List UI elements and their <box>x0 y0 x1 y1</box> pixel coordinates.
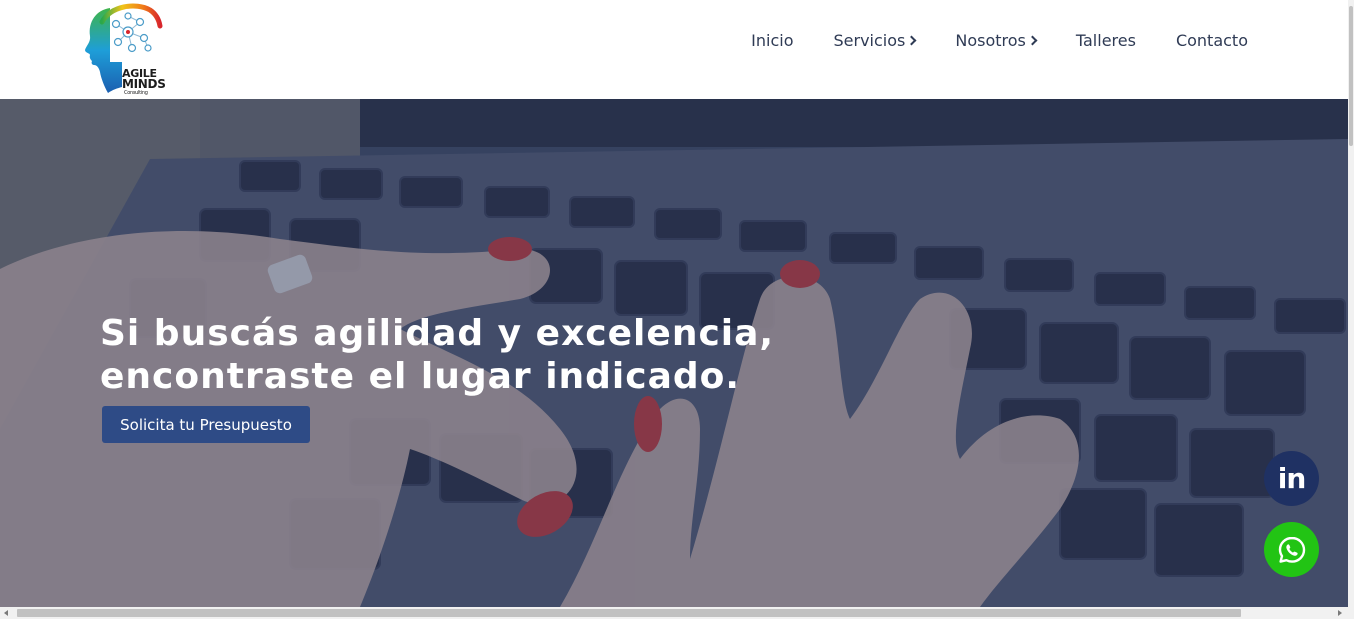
nav-item-contacto[interactable]: Contacto <box>1176 31 1248 50</box>
nav-item-label: Talleres <box>1075 30 1136 50</box>
linkedin-float-button[interactable]: in <box>1264 451 1319 506</box>
vertical-scrollbar-thumb[interactable] <box>1349 6 1353 146</box>
nav-item-label: Nosotros <box>955 30 1026 50</box>
vertical-scrollbar[interactable] <box>1348 0 1354 607</box>
page: AGILE MINDS Consulting Inicio Servicios … <box>0 0 1354 619</box>
hero-section: Si buscás agilidad y excelencia, encontr… <box>0 99 1348 607</box>
hero-title-line2: encontraste el lugar indicado. <box>100 356 741 397</box>
brand-name-line2: MINDS <box>122 77 166 91</box>
whatsapp-icon <box>1278 536 1305 563</box>
hero-title: Si buscás agilidad y excelencia, encontr… <box>100 312 800 398</box>
nav-item-label: Contacto <box>1175 30 1248 50</box>
linkedin-icon: in <box>1277 462 1307 495</box>
main-nav: Inicio Servicios Nosotros Talleres Conta… <box>711 29 1248 51</box>
chevron-right-icon <box>906 35 917 46</box>
chevron-right-icon <box>1027 35 1038 46</box>
site-header: AGILE MINDS Consulting Inicio Servicios … <box>0 0 1348 99</box>
nav-item-servicios[interactable]: Servicios <box>833 30 917 50</box>
horizontal-scrollbar[interactable] <box>0 607 1354 619</box>
whatsapp-float-button[interactable] <box>1264 522 1319 577</box>
brand-wordmark: AGILE MINDS Consulting <box>122 68 166 96</box>
request-quote-button[interactable]: Solicita tu Presupuesto <box>102 406 310 443</box>
horizontal-scrollbar-thumb[interactable] <box>17 609 1241 617</box>
nav-item-label: Servicios <box>833 30 906 50</box>
scroll-left-arrow-icon[interactable] <box>4 610 8 616</box>
nav-item-inicio[interactable]: Inicio <box>751 31 793 50</box>
nav-item-talleres[interactable]: Talleres <box>1076 31 1136 50</box>
scroll-right-arrow-icon[interactable] <box>1338 610 1342 616</box>
brand-logo[interactable]: AGILE MINDS Consulting <box>82 2 172 96</box>
nav-item-label: Inicio <box>751 30 794 50</box>
nav-item-nosotros[interactable]: Nosotros <box>955 30 1038 50</box>
hero-title-line1: Si buscás agilidad y excelencia, <box>100 313 775 354</box>
